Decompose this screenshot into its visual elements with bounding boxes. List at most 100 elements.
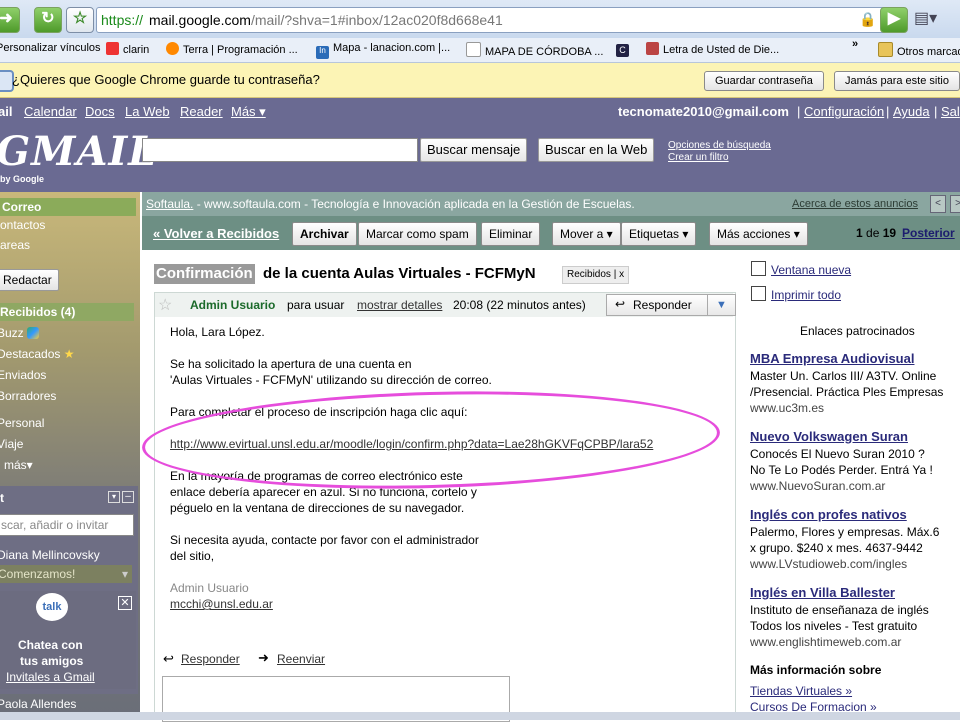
chat-search-input[interactable]: scar, añadir o invitar	[0, 514, 134, 536]
bookmark-item[interactable]: Letra de Usted de Die...	[646, 42, 779, 56]
create-filter-link[interactable]: Crear un filtro	[668, 152, 771, 164]
remove-label-icon[interactable]: x	[619, 269, 624, 280]
reply-button[interactable]: ↩ Responder ▼	[606, 294, 736, 316]
search-mail-button[interactable]: Buscar mensaje	[420, 138, 528, 162]
settings-link[interactable]: Configuración	[804, 104, 884, 119]
gmail-logo[interactable]: GMAIL	[0, 128, 157, 175]
search-input[interactable]	[142, 138, 418, 162]
forward-button[interactable]: ➜	[0, 7, 20, 33]
ad-url[interactable]: www.uc3m.es	[750, 401, 824, 415]
chat-status-select[interactable]: Comenzamos! ▾	[0, 565, 132, 583]
report-spam-button[interactable]: Marcar como spam	[358, 222, 477, 246]
reply-link[interactable]: Responder	[181, 652, 240, 666]
address-bar[interactable]: https:// mail.google.com/mail/?shva=1#in…	[96, 7, 888, 33]
sender-name[interactable]: Admin Usuario	[190, 298, 275, 312]
sidebar-item-tasks[interactable]: areas	[0, 238, 30, 252]
gmail-link[interactable]: ail	[0, 104, 12, 119]
bookmark-item[interactable]: In Mapa - lanacion.com |...	[316, 42, 450, 59]
talk-logo-icon: talk	[36, 593, 68, 621]
help-link[interactable]: Ayuda	[893, 104, 930, 119]
back-to-inbox-link[interactable]: « Volver a Recibidos	[153, 226, 279, 241]
sidebar-item-more[interactable]: más▾	[4, 458, 33, 472]
infobar-text: ¿Quieres que Google Chrome guarde tu con…	[12, 72, 320, 87]
invite-link[interactable]: Invitales a Gmail	[6, 670, 95, 684]
ad-title[interactable]: Inglés en Villa Ballester	[750, 585, 895, 600]
more-actions-button[interactable]: Más acciones ▾	[709, 222, 808, 246]
more-link[interactable]: Más ▾	[231, 104, 266, 120]
search-web-button[interactable]: Buscar en la Web	[538, 138, 655, 162]
ad-sponsor-link[interactable]: Softaula.	[146, 197, 193, 211]
ad-title[interactable]: Inglés con profes nativos	[750, 507, 907, 522]
page-menu-icon[interactable]: ▤▾	[914, 8, 940, 30]
calendar-link[interactable]: Calendar	[24, 104, 77, 119]
sidebar-item-mail[interactable]: Correo	[0, 198, 136, 216]
c-icon: C	[616, 44, 629, 57]
reply-menu-icon[interactable]: ▼	[707, 295, 735, 315]
signout-link[interactable]: Sal	[941, 104, 960, 119]
confirm-link[interactable]: http://www.evirtual.unsl.edu.ar/moodle/l…	[170, 437, 653, 451]
bookmark-item[interactable]: Personalizar vínculos	[0, 42, 101, 54]
taskbar-strip	[0, 712, 960, 720]
delete-button[interactable]: Eliminar	[481, 222, 541, 246]
star-icon: ★	[63, 347, 75, 361]
chat-contact[interactable]: Paola Allendes	[0, 697, 76, 711]
sidebar-item-drafts[interactable]: Borradores	[0, 389, 56, 403]
bookmark-item[interactable]: clarin	[106, 42, 149, 56]
go-button[interactable]: ▶	[880, 7, 908, 33]
reload-button[interactable]: ↻	[34, 7, 62, 33]
never-save-button[interactable]: Jamás para este sitio	[834, 71, 960, 91]
print-all-link[interactable]: Imprimir todo	[751, 286, 841, 302]
about-ads-link[interactable]: Acerca de estos anuncios	[792, 198, 918, 210]
bookmarks-overflow[interactable]: »	[852, 38, 858, 50]
sidebar-item-contacts[interactable]: ontactos	[0, 218, 45, 232]
reply-icon: ↩	[615, 297, 626, 311]
more-info-link[interactable]: Tiendas Virtuales »	[750, 684, 852, 698]
archive-button[interactable]: Archivar	[292, 222, 357, 246]
subject-highlight: Confirmación	[154, 264, 255, 284]
sidebar-item-buzz[interactable]: Buzz	[0, 326, 40, 340]
signature-email[interactable]: mcchi@unsl.edu.ar	[170, 597, 273, 611]
body-line: Se ha solicitado la apertura de una cuen…	[170, 357, 412, 371]
chevron-down-icon: ▾	[121, 567, 128, 581]
sidebar-item-personal[interactable]: Personal	[0, 416, 44, 430]
save-password-button[interactable]: Guardar contraseña	[704, 71, 824, 91]
ad-title[interactable]: MBA Empresa Audiovisual	[750, 351, 914, 366]
star-icon[interactable]: ☆	[66, 7, 94, 33]
labels-button[interactable]: Etiquetas ▾	[621, 222, 697, 246]
forward-link[interactable]: Reenviar	[277, 652, 325, 666]
user-email: tecnomate2010@gmail.com	[618, 104, 789, 119]
talk-promo-line2: tus amigos	[20, 654, 84, 668]
next-link[interactable]: Posterior	[902, 226, 955, 240]
star-icon[interactable]: ☆	[158, 295, 172, 315]
ad-title[interactable]: Nuevo Volkswagen Suran	[750, 429, 908, 444]
chat-minimize-icon[interactable]: –	[122, 491, 134, 503]
bookmark-folder[interactable]: Otros marcad	[878, 42, 960, 58]
docs-link[interactable]: Docs	[85, 104, 115, 119]
close-icon[interactable]: ✕	[118, 596, 132, 610]
ad-next-icon[interactable]: >	[950, 195, 960, 213]
reader-link[interactable]: Reader	[180, 104, 223, 119]
ad-url[interactable]: www.NuevoSuran.com.ar	[750, 479, 885, 493]
chat-contact[interactable]: Diana Mellincovsky	[0, 548, 100, 562]
new-window-link[interactable]: Ventana nueva	[751, 261, 851, 277]
ad-prev-icon[interactable]: <	[930, 195, 946, 213]
bookmark-item[interactable]: Terra | Programación ...	[166, 42, 298, 56]
sidebar-item-starred[interactable]: Destacados ★	[0, 347, 74, 361]
bookmark-item[interactable]: C	[616, 42, 633, 57]
subject-title: de la cuenta Aulas Virtuales - FCFMyN	[263, 265, 536, 282]
bookmark-item[interactable]: MAPA DE CÓRDOBA ...	[466, 42, 603, 58]
search-options-link[interactable]: Opciones de búsqueda	[668, 140, 771, 152]
gmail-header: ail Calendar Docs La Web Reader Más ▾ te…	[0, 98, 960, 192]
sidebar-item-travel[interactable]: Viaje	[0, 437, 23, 451]
move-to-button[interactable]: Mover a ▾	[552, 222, 621, 246]
compose-button[interactable]: Redactar	[0, 269, 59, 291]
show-details-link[interactable]: mostrar detalles	[357, 298, 442, 312]
chat-menu-icon[interactable]: ▾	[108, 491, 120, 503]
bookmarks-bar: Personalizar vínculos clarin Terra | Pro…	[0, 38, 960, 63]
ad-url[interactable]: www.englishtimeweb.com.ar	[750, 635, 901, 649]
sidebar-item-sent[interactable]: Enviados	[0, 368, 46, 382]
web-link[interactable]: La Web	[125, 104, 170, 119]
ad-url[interactable]: www.LVstudioweb.com/ingles	[750, 557, 907, 571]
body-line: Hola, Lara López.	[170, 325, 265, 339]
sidebar-item-inbox[interactable]: Recibidos (4)	[0, 303, 134, 321]
